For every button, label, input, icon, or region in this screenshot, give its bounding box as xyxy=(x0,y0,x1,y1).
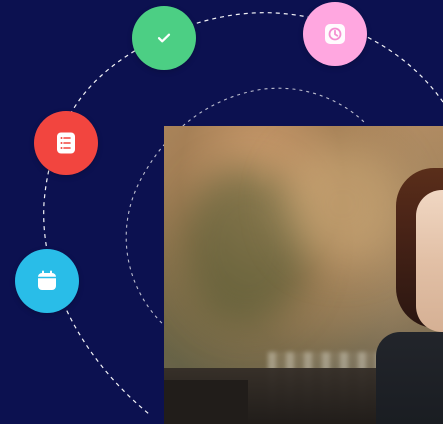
person-face xyxy=(416,190,443,332)
check-icon xyxy=(132,6,196,70)
clock-icon xyxy=(303,2,367,66)
hero-illustration xyxy=(0,0,443,424)
calendar-icon xyxy=(15,249,79,313)
person-shirt xyxy=(376,332,443,424)
background-light xyxy=(282,144,402,264)
bench-back xyxy=(164,380,248,424)
person-photo xyxy=(164,126,443,424)
list-icon xyxy=(34,111,98,175)
